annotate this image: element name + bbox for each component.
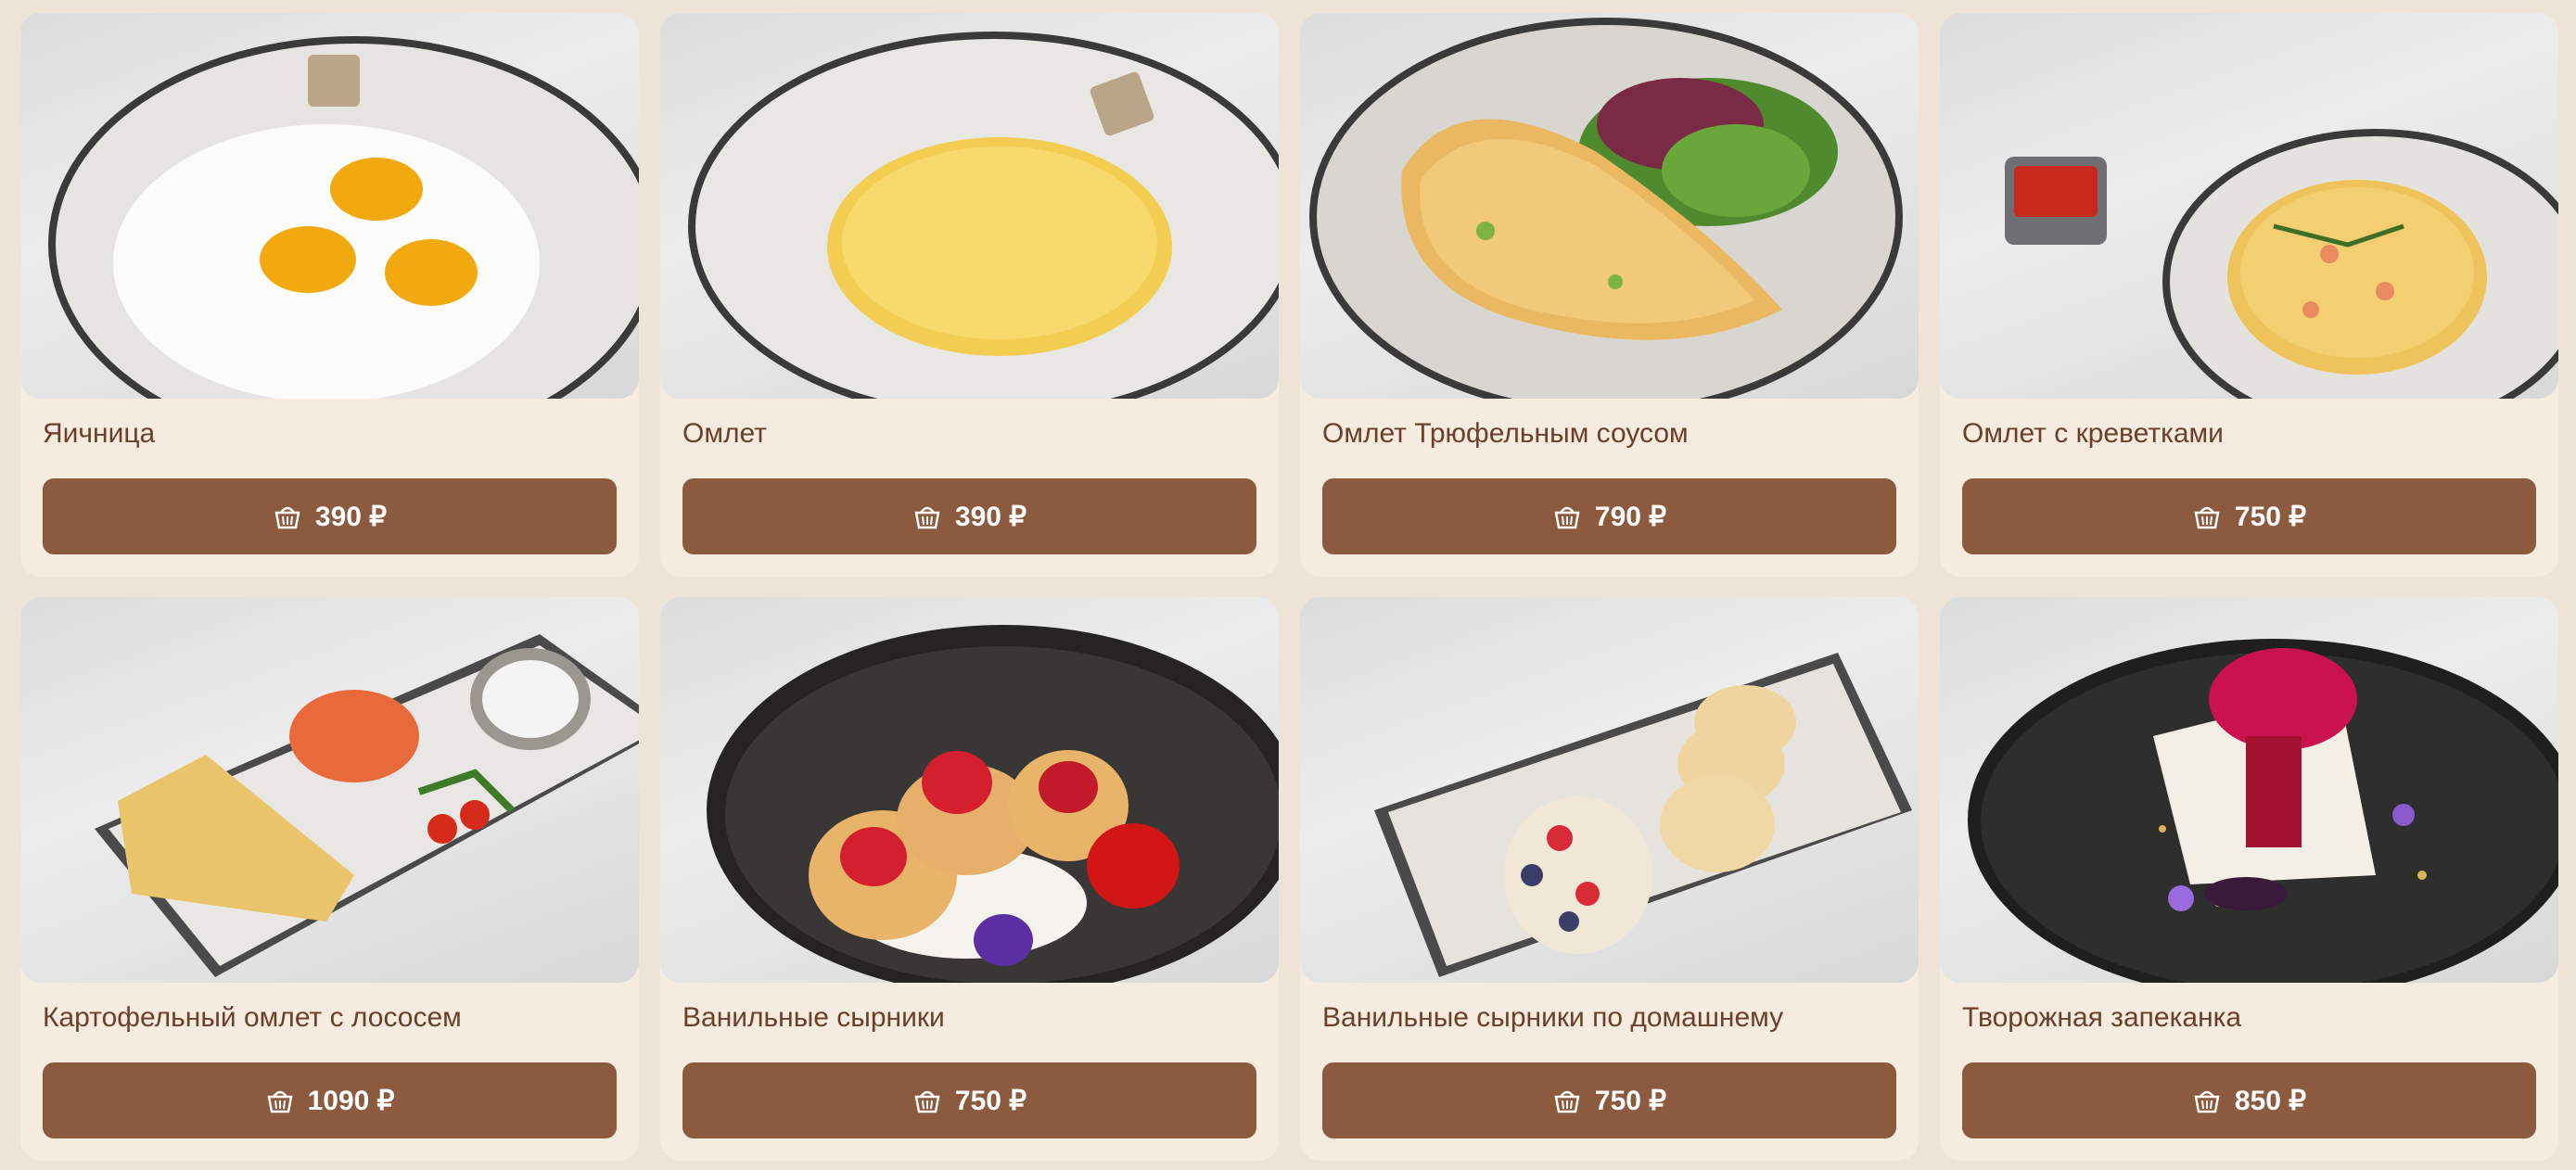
price-value: 1090 xyxy=(307,1085,370,1116)
basket-icon xyxy=(2192,502,2222,530)
price-value: 390 xyxy=(954,501,1001,532)
product-card[interactable]: Творожная запеканка 850 ₽ xyxy=(1940,597,2558,1161)
price-value: 750 xyxy=(1594,1085,1641,1116)
product-card[interactable]: Ванильные сырники по домашнему 750 ₽ xyxy=(1300,597,1919,1161)
omelette-photo[interactable] xyxy=(660,13,1279,399)
product-grid: Яичница 390 ₽ Омлет 390 ₽ Омлет Трюфельн… xyxy=(20,13,2558,1161)
product-title: Яичница xyxy=(43,418,156,449)
currency-sign: ₽ xyxy=(2288,501,2307,532)
add-to-cart-button[interactable]: 1090 ₽ xyxy=(43,1062,617,1138)
add-to-cart-button[interactable]: 390 ₽ xyxy=(43,478,617,554)
currency-sign: ₽ xyxy=(376,1085,395,1116)
price-value: 750 xyxy=(954,1085,1001,1116)
basket-icon xyxy=(273,502,302,530)
product-title: Творожная запеканка xyxy=(1962,1002,2242,1033)
add-to-cart-button[interactable]: 750 ₽ xyxy=(1322,1062,1896,1138)
product-card[interactable]: Омлет 390 ₽ xyxy=(660,13,1279,577)
basket-icon xyxy=(2192,1087,2222,1114)
basket-icon xyxy=(912,1087,942,1114)
product-card[interactable]: Яичница 390 ₽ xyxy=(20,13,639,577)
price-value: 850 xyxy=(2234,1085,2281,1116)
product-card[interactable]: Омлет Трюфельным соусом 790 ₽ xyxy=(1300,13,1919,577)
add-to-cart-button[interactable]: 790 ₽ xyxy=(1322,478,1896,554)
product-card[interactable]: Омлет с креветками 750 ₽ xyxy=(1940,13,2558,577)
product-title: Омлет xyxy=(682,418,767,449)
potato-omelette-salmon-photo[interactable] xyxy=(20,597,639,983)
shrimp-omelette-photo[interactable] xyxy=(1940,13,2558,399)
currency-sign: ₽ xyxy=(1008,501,1027,532)
vanilla-syrniki-photo[interactable] xyxy=(660,597,1279,983)
product-card[interactable]: Картофельный омлет с лососем 1090 ₽ xyxy=(20,597,639,1161)
add-to-cart-button[interactable]: 750 ₽ xyxy=(682,1062,1256,1138)
fried-eggs-photo[interactable] xyxy=(20,13,639,399)
product-title: Омлет Трюфельным соусом xyxy=(1322,418,1689,449)
product-title: Ванильные сырники xyxy=(682,1002,945,1033)
currency-sign: ₽ xyxy=(1648,1085,1667,1116)
currency-sign: ₽ xyxy=(368,501,388,532)
price-value: 390 xyxy=(314,501,362,532)
product-title: Омлет с креветками xyxy=(1962,418,2224,449)
add-to-cart-button[interactable]: 850 ₽ xyxy=(1962,1062,2536,1138)
basket-icon xyxy=(1552,1087,1582,1114)
cottage-cheese-casserole-photo[interactable] xyxy=(1940,597,2558,983)
homestyle-syrniki-photo[interactable] xyxy=(1300,597,1919,983)
currency-sign: ₽ xyxy=(2288,1085,2307,1116)
product-title: Картофельный омлет с лососем xyxy=(43,1002,462,1033)
truffle-omelette-photo[interactable] xyxy=(1300,13,1919,399)
add-to-cart-button[interactable]: 390 ₽ xyxy=(682,478,1256,554)
basket-icon xyxy=(265,1087,295,1114)
currency-sign: ₽ xyxy=(1008,1085,1027,1116)
add-to-cart-button[interactable]: 750 ₽ xyxy=(1962,478,2536,554)
currency-sign: ₽ xyxy=(1648,501,1667,532)
basket-icon xyxy=(912,502,942,530)
product-title: Ванильные сырники по домашнему xyxy=(1322,1002,1784,1033)
product-card[interactable]: Ванильные сырники 750 ₽ xyxy=(660,597,1279,1161)
basket-icon xyxy=(1552,502,1582,530)
price-value: 790 xyxy=(1594,501,1641,532)
price-value: 750 xyxy=(2234,501,2281,532)
